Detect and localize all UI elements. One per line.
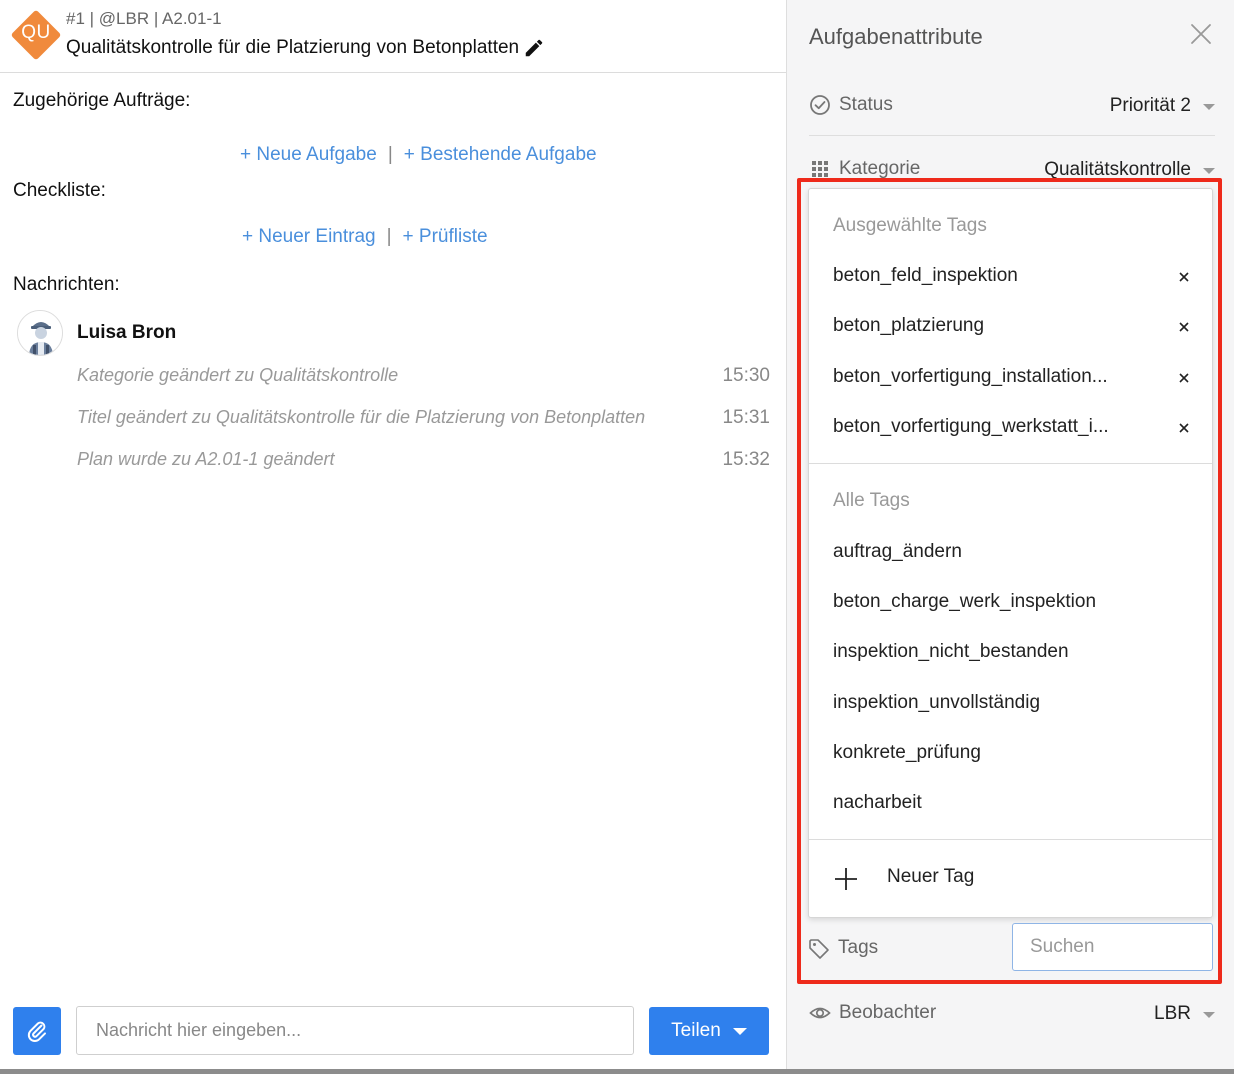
message-text: Titel geändert zu Qualitätskontrolle für… [77, 407, 646, 427]
task-meta: #1 | @LBR | A2.01-1 [66, 9, 222, 28]
caret-down-icon [732, 1027, 747, 1035]
observer-value[interactable]: LBR [1154, 1003, 1191, 1025]
worker-avatar-icon [18, 311, 62, 355]
observer-label: Beobachter [839, 1002, 937, 1023]
tag-item[interactable]: beton_charge_werk_inspektion [833, 591, 1096, 613]
task-title-row: Qualitätskontrolle für die Platzierung v… [66, 37, 545, 59]
category-badge: QU [10, 9, 62, 61]
eye-icon [809, 1007, 831, 1019]
related-tasks-label: Zugehörige Aufträge: [13, 90, 191, 111]
divider [809, 839, 1212, 840]
tag-item[interactable]: konkrete_prüfung [833, 742, 981, 764]
tag-search-input[interactable] [1012, 923, 1213, 971]
tag-icon [809, 939, 829, 959]
divider [809, 463, 1212, 464]
checklist-links: + Neuer Eintrag | + Prüfliste [242, 226, 488, 248]
status-label: Status [839, 94, 893, 115]
link-separator: | [387, 144, 393, 165]
tag-item[interactable]: inspektion_unvollständig [833, 692, 1040, 714]
status-value[interactable]: Priorität 2 [1110, 95, 1191, 117]
message-time: 15:31 [722, 407, 770, 428]
edit-pencil-icon[interactable] [523, 37, 545, 59]
remove-tag-icon[interactable] [1177, 320, 1191, 334]
all-tags-heading: Alle Tags [833, 490, 910, 511]
chevron-down-icon[interactable] [1203, 104, 1215, 110]
chevron-down-icon[interactable] [1203, 1012, 1215, 1018]
task-title: Qualitätskontrolle für die Platzierung v… [66, 37, 520, 58]
message-text: Kategorie geändert zu Qualitätskontrolle [77, 365, 399, 385]
close-icon[interactable] [1189, 22, 1213, 46]
attach-button[interactable] [13, 1007, 61, 1055]
share-button[interactable]: Teilen [649, 1007, 769, 1055]
check-circle-icon [810, 95, 830, 115]
message-text: Plan wurde zu A2.01-1 geändert [77, 449, 335, 469]
task-header: QU #1 | @LBR | A2.01-1 Qualitätskontroll… [0, 0, 786, 73]
share-label: Teilen [671, 1020, 721, 1041]
remove-tag-icon[interactable] [1177, 421, 1191, 435]
plus-icon[interactable] [833, 866, 859, 892]
status-row[interactable]: Status Priorität 2 [809, 74, 1215, 136]
checklist-link[interactable]: + Prüfliste [403, 226, 488, 247]
selected-tag-item[interactable]: beton_vorfertigung_installation... [833, 366, 1108, 388]
tag-item[interactable]: auftrag_ändern [833, 541, 962, 563]
link-separator: | [386, 226, 392, 247]
observer-row[interactable]: Beobachter LBR [809, 982, 1215, 1044]
bottom-border [0, 1069, 1234, 1074]
remove-tag-icon[interactable] [1177, 270, 1191, 284]
messages-label: Nachrichten: [13, 274, 120, 295]
category-label: Kategorie [839, 158, 921, 179]
chevron-down-icon[interactable] [1203, 168, 1215, 174]
checklist-label: Checkliste: [13, 180, 106, 201]
panel-title: Aufgabenattribute [809, 24, 983, 49]
existing-task-link[interactable]: + Bestehende Aufgabe [404, 144, 597, 165]
tag-item[interactable]: inspektion_nicht_bestanden [833, 641, 1069, 663]
tags-label: Tags [838, 937, 879, 958]
related-tasks-links: + Neue Aufgabe | + Bestehende Aufgabe [240, 144, 597, 166]
grid-icon [812, 161, 828, 177]
message-author: Luisa Bron [77, 322, 177, 343]
avatar [17, 310, 63, 356]
tag-dropdown: Ausgewählte Tags beton_feld_inspektion b… [808, 188, 1213, 918]
tag-item[interactable]: nacharbeit [833, 792, 922, 814]
new-entry-link[interactable]: + Neuer Eintrag [242, 226, 376, 247]
new-task-link[interactable]: + Neue Aufgabe [240, 144, 377, 165]
new-tag-button[interactable]: Neuer Tag [887, 866, 974, 888]
selected-tags-heading: Ausgewählte Tags [833, 215, 987, 236]
message-input[interactable] [76, 1006, 634, 1055]
task-main-pane: QU #1 | @LBR | A2.01-1 Qualitätskontroll… [0, 0, 786, 1074]
badge-label: QU [21, 22, 51, 43]
remove-tag-icon[interactable] [1177, 371, 1191, 385]
selected-tag-item[interactable]: beton_feld_inspektion [833, 265, 1018, 287]
message-time: 15:32 [722, 449, 770, 470]
paperclip-icon [27, 1021, 46, 1042]
selected-tag-item[interactable]: beton_vorfertigung_werkstatt_i... [833, 416, 1109, 438]
selected-tag-item[interactable]: beton_platzierung [833, 315, 984, 337]
message-time: 15:30 [722, 365, 770, 386]
